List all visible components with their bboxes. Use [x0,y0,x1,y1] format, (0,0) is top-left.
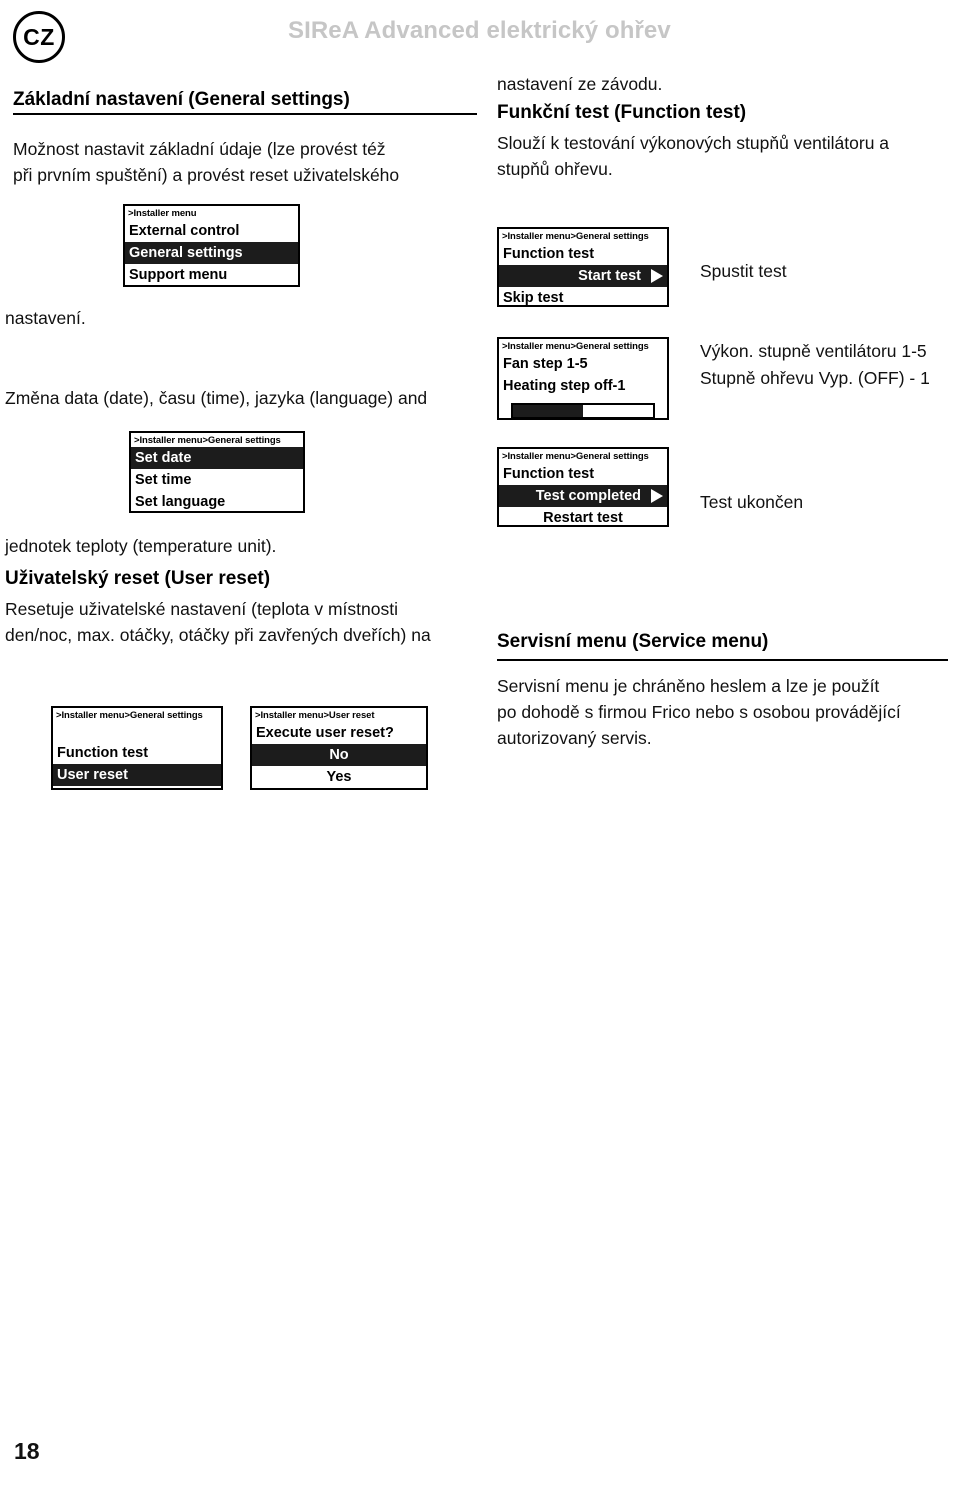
paragraph-change-data-line2: jednotek teploty (temperature unit). [5,536,277,556]
country-badge-label: CZ [23,23,55,50]
lcd-general-settings-date: >Installer menu>General settings Set dat… [129,431,305,513]
lcd-breadcrumb: >Installer menu [128,208,197,219]
lcd-fan-step-value: Fan step 1-5 [503,355,588,372]
lcd-menu-item-test-completed[interactable]: Test completed [499,484,667,507]
paragraph-service-menu-line2: po dohodě s firmou Frico nebo s osobou p… [497,702,901,722]
lcd-menu-item-no[interactable]: No [252,743,426,766]
paragraph-service-menu-line3: autorizovaný servis. [497,728,652,748]
lcd-progress-bar-fill [513,404,583,417]
lcd-menu-item-set-date[interactable]: Set date [131,446,303,469]
lcd-menu-item-function-test[interactable]: Function test [53,742,221,764]
lcd-menu-item-support-menu[interactable]: Support menu [125,264,298,286]
lcd-user-reset-confirm: >Installer menu>User reset Execute user … [250,706,428,790]
lcd-menu-item-set-language[interactable]: Set language [131,491,303,512]
paragraph-general-settings-line2: při prvním spuštění) a provést reset uži… [13,165,400,185]
lcd-menu-item-yes[interactable]: Yes [252,766,426,788]
paragraph-service-menu-line1: Servisní menu je chráněno heslem a lze j… [497,676,880,696]
lcd-confirm-question: Execute user reset? [256,724,394,741]
heading-rule-2 [497,659,948,661]
annotation-fan-steps: Výkon. stupně ventilátoru 1-5 [700,341,927,361]
paragraph-general-settings-line3: nastavení. [5,308,86,328]
lcd-breadcrumb: >Installer menu>General settings [502,231,649,242]
country-badge-cz: CZ [13,11,65,63]
lcd-function-test-completed: >Installer menu>General settings Functio… [497,447,669,527]
lcd-general-settings-user-reset: >Installer menu>General settings Functio… [51,706,223,790]
lcd-progress-bar [511,402,655,418]
paragraph-change-data-line1: Změna data (date), času (time), jazyka (… [5,388,428,408]
heading-general-settings: Základní nastavení (General settings) [13,89,350,110]
play-arrow-icon [651,268,663,283]
annotation-heat-steps: Stupně ohřevu Vyp. (OFF) - 1 [700,368,930,388]
lcd-breadcrumb: >Installer menu>General settings [134,435,281,446]
lcd-breadcrumb: >Installer menu>General settings [502,341,649,352]
lcd-breadcrumb: >Installer menu>User reset [255,710,375,721]
lcd-installer-menu: >Installer menu External control General… [123,204,300,287]
paragraph-function-test-line2: stupňů ohřevu. [497,159,613,179]
lcd-menu-item-restart-test[interactable]: Restart test [499,507,667,526]
heading-user-reset: Uživatelský reset (User reset) [5,568,271,589]
paragraph-general-settings-line1: Možnost nastavit základní údaje (lze pro… [13,139,386,159]
lcd-breadcrumb: >Installer menu>General settings [56,710,203,721]
heading-service-menu: Servisní menu (Service menu) [497,631,769,652]
annotation-test-completed: Test ukončen [700,492,804,512]
lcd-menu-item-set-time[interactable]: Set time [131,469,303,491]
lcd-menu-item-general-settings[interactable]: General settings [125,241,298,264]
document-title: SIReA Advanced elektrický ohřev [288,17,671,44]
lcd-menu-item-user-reset[interactable]: User reset [53,763,221,786]
paragraph-user-reset-line2: den/noc, max. otáčky, otáčky při zavřený… [5,625,431,645]
lcd-blank-row [53,722,221,742]
lcd-breadcrumb: >Installer menu>General settings [502,451,649,462]
paragraph-factory-settings: nastavení ze závodu. [497,74,663,94]
lcd-menu-item-test-completed-label: Test completed [535,487,641,504]
annotation-start-test: Spustit test [700,261,787,281]
lcd-title-function-test: Function test [503,465,595,482]
heading-function-test: Funkční test (Function test) [497,102,747,123]
lcd-function-test-running: >Installer menu>General settings Fan ste… [497,337,669,420]
lcd-title-function-test: Function test [503,245,595,262]
lcd-heating-step-value: Heating step off-1 [503,377,626,394]
paragraph-function-test-line1: Slouží k testování výkonových stupňů ven… [497,133,890,153]
play-arrow-icon [651,488,663,503]
paragraph-user-reset-line1: Resetuje uživatelské nastavení (teplota … [5,599,398,619]
heading-rule-1 [13,113,477,115]
lcd-menu-item-start-test[interactable]: Start test [499,264,667,287]
page-number: 18 [14,1438,40,1464]
lcd-menu-item-start-test-label: Start test [578,267,641,284]
lcd-menu-item-external-control[interactable]: External control [125,220,298,242]
lcd-function-test-start: >Installer menu>General settings Functio… [497,227,669,307]
lcd-menu-item-skip-test[interactable]: Skip test [499,287,667,306]
